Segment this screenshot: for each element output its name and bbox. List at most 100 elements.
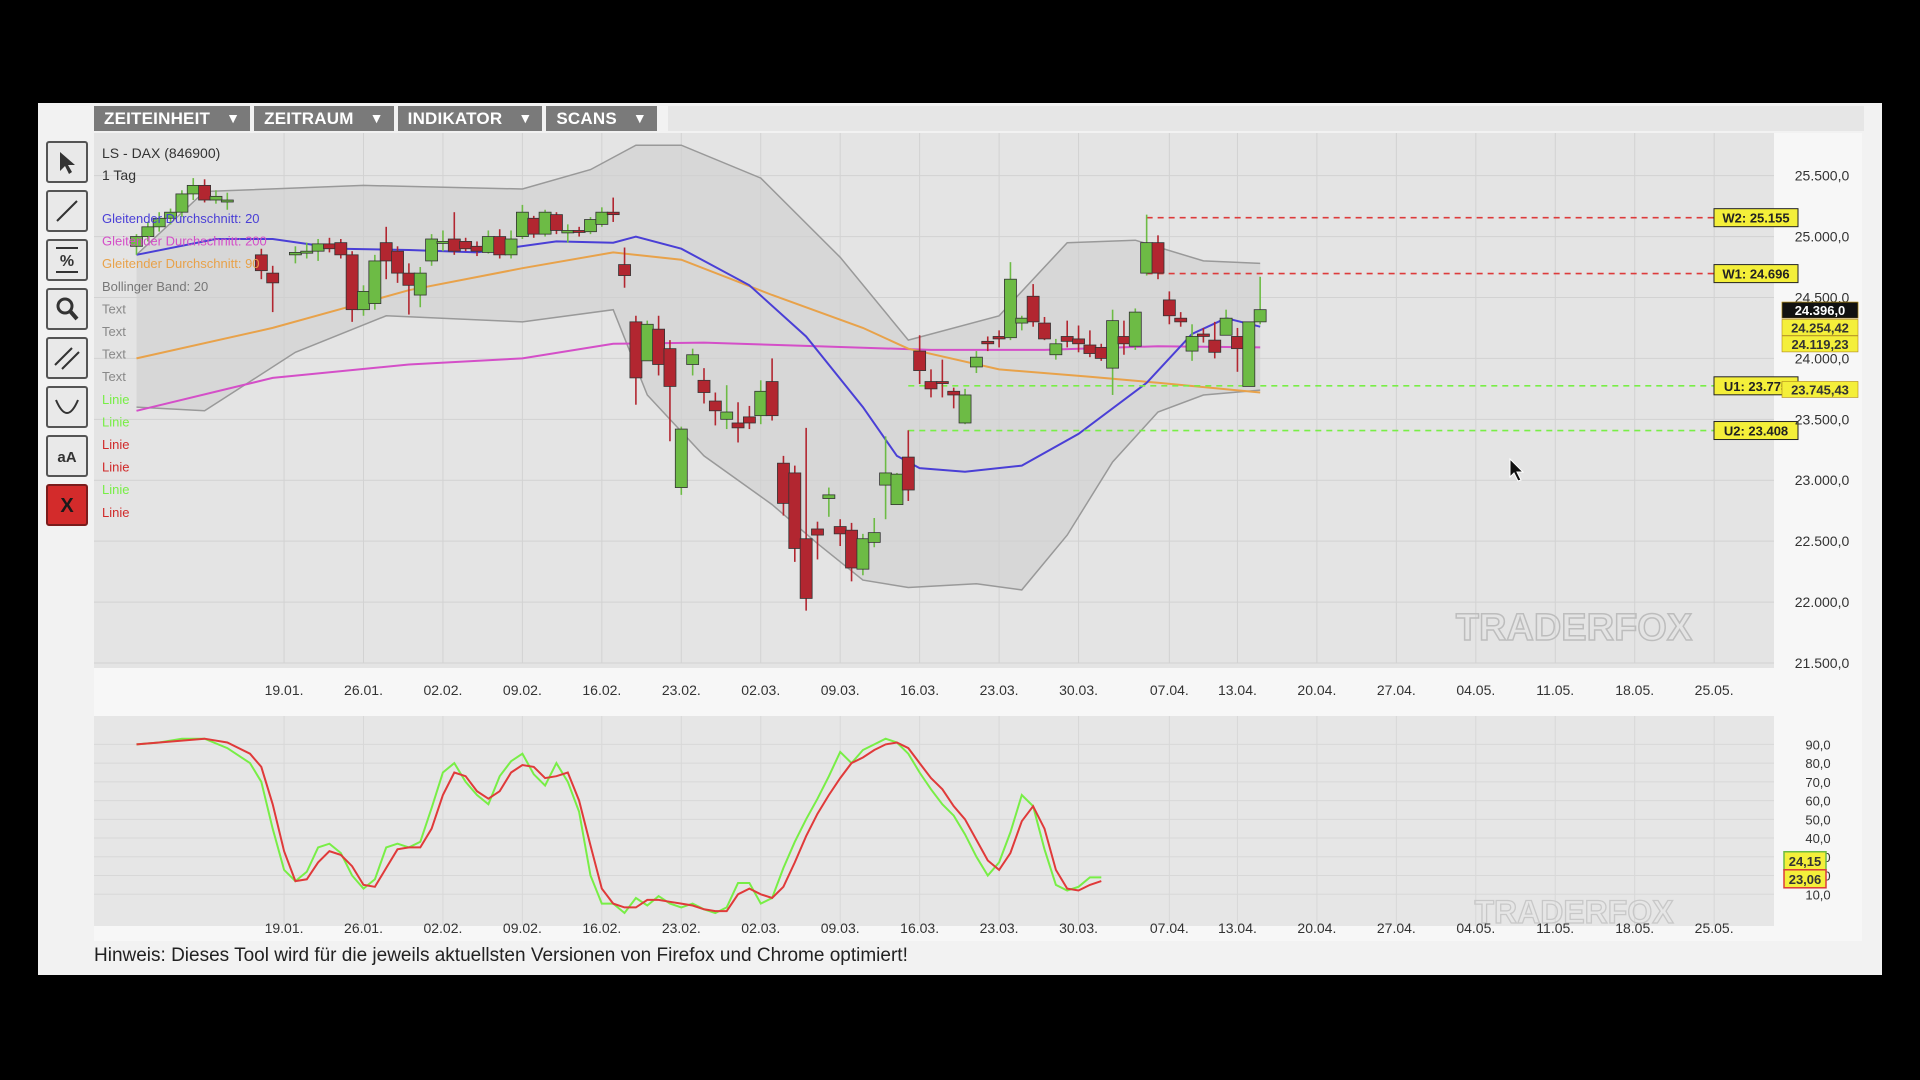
candle-body — [1026, 295, 1040, 323]
x-tick-label: 07.04. — [1150, 682, 1189, 698]
candle-body — [1219, 317, 1233, 336]
osc-x-tick-label: 09.02. — [503, 920, 542, 936]
zoom-icon — [56, 297, 79, 321]
menu-zeitraum[interactable]: ZEITRAUM ▼ — [254, 106, 394, 131]
candle-body — [357, 290, 370, 311]
candle-body — [1106, 320, 1119, 369]
candle-body — [935, 381, 949, 384]
osc-x-tick-label: 02.02. — [423, 920, 462, 936]
candle-body — [368, 260, 382, 304]
x-tick-label: 19.01. — [265, 682, 304, 698]
candle-body — [1197, 333, 1210, 337]
candle-body — [845, 529, 858, 569]
candle-body — [300, 250, 314, 254]
legend-entry: Linie — [102, 505, 129, 520]
dropdown-arrow-icon: ▼ — [632, 110, 647, 126]
menu-zeiteinheit[interactable]: ZEITEINHEIT ▼ — [94, 106, 251, 131]
watermark-text: TRADERFOX — [1456, 607, 1693, 649]
osc-x-tick-label: 19.01. — [265, 920, 304, 936]
parallel-lines-tool-button[interactable] — [46, 337, 88, 379]
osc-y-tick-label: 40,0 — [1805, 831, 1830, 846]
osc-y-tick-label: 60,0 — [1805, 794, 1830, 809]
osc-x-tick-label: 09.03. — [821, 920, 860, 936]
osc-x-tick-label: 20.04. — [1297, 920, 1336, 936]
candle-body — [266, 272, 280, 284]
menu-scans[interactable]: SCANS ▼ — [546, 106, 657, 131]
candle-body — [811, 528, 824, 536]
candle-body — [493, 236, 507, 256]
x-tick-label: 16.02. — [582, 682, 621, 698]
x-tick-label: 25.05. — [1695, 682, 1734, 698]
candle-body — [1253, 309, 1267, 323]
legend-entry: Linie — [102, 482, 129, 497]
candle-body — [220, 199, 234, 203]
osc-x-tick-label: 07.04. — [1150, 920, 1189, 936]
menu-zeitraum-label: ZEITRAUM — [264, 109, 354, 128]
text-tool-label: aA — [57, 449, 76, 466]
candle-body — [1060, 336, 1074, 342]
candle-body — [629, 321, 643, 379]
candle-body — [1242, 321, 1256, 387]
dropdown-arrow-icon: ▼ — [226, 110, 241, 126]
x-tick-label: 27.04. — [1377, 682, 1416, 698]
candle-body — [561, 230, 575, 234]
candle-body — [652, 328, 665, 365]
candle-body — [584, 219, 597, 233]
y-tick-label: 23.500,0 — [1795, 411, 1850, 427]
osc-x-tick-label: 26.01. — [344, 920, 383, 936]
price-tag-label: 24.119,23 — [1791, 337, 1848, 352]
menu-indikator[interactable]: INDIKATOR ▼ — [397, 106, 543, 131]
arc-tool-button[interactable] — [46, 386, 88, 428]
price-tag-label: 24.254,42 — [1791, 320, 1849, 335]
legend-entry: Bollinger Band: 20 — [102, 279, 208, 294]
zoom-tool-button[interactable] — [46, 288, 88, 330]
legend-entry: Linie — [102, 437, 129, 452]
y-tick-label: 22.000,0 — [1795, 594, 1850, 610]
osc-y-tick-label: 80,0 — [1805, 756, 1830, 771]
candle-body — [981, 340, 995, 345]
x-tick-label: 30.03. — [1059, 682, 1098, 698]
percent-tool-button[interactable]: % — [46, 239, 88, 281]
candle-body — [595, 211, 609, 225]
y-tick-label: 25.500,0 — [1795, 168, 1850, 184]
candle-body — [1038, 322, 1051, 340]
candle-body — [674, 428, 688, 488]
candle-body — [992, 336, 1006, 340]
x-tick-label: 18.05. — [1615, 682, 1654, 698]
candle-body — [1049, 343, 1063, 356]
close-icon: X — [60, 495, 74, 517]
candle-body — [436, 241, 450, 244]
price-tags: 24.396,524.396,024.254,4224.119,2323.745… — [1781, 301, 1859, 398]
price-chart[interactable]: TRADERFOX W2: 25.155 W1: 24.696 U1: 23.775… — [94, 133, 1862, 941]
candle-body — [867, 532, 881, 543]
x-tick-label: 11.05. — [1536, 682, 1574, 698]
candle-body — [345, 254, 359, 311]
candle-body — [538, 211, 552, 235]
x-tick-label: 23.02. — [662, 682, 701, 698]
chart-title: LS - DAX (846900) — [102, 145, 220, 161]
candle-body — [901, 456, 915, 491]
candle-body — [799, 538, 813, 599]
candle-body — [708, 400, 722, 412]
candle-body — [175, 193, 189, 213]
candle-body — [323, 243, 336, 250]
x-tick-label: 09.03. — [821, 682, 860, 698]
line-tool-button[interactable] — [46, 190, 88, 232]
candle-body — [697, 379, 711, 393]
text-tool-button[interactable]: aA — [46, 435, 88, 477]
osc-x-tick-label: 23.03. — [980, 920, 1019, 936]
level-label: W2: 25.155 — [1722, 211, 1789, 226]
menu-bar-filler — [668, 106, 1864, 131]
candle-body — [1231, 336, 1244, 350]
select-tool-button[interactable] — [46, 141, 88, 183]
candle-body — [720, 411, 734, 420]
osc-tag-label: 23,06 — [1789, 872, 1822, 887]
candle-body — [1004, 278, 1017, 339]
candle-body — [459, 241, 473, 250]
delete-tool-button[interactable]: X — [46, 484, 88, 526]
candle-body — [606, 211, 620, 216]
candle-body — [334, 242, 348, 256]
candle-body — [550, 214, 563, 231]
x-tick-label: 04.05. — [1456, 682, 1495, 698]
x-tick-label: 26.01. — [344, 682, 383, 698]
